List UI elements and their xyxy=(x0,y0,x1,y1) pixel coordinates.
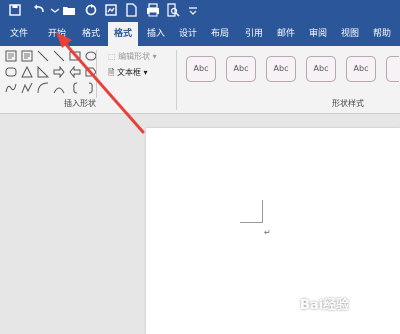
customize-icon[interactable] xyxy=(186,3,200,17)
left-arrow-shape-icon[interactable] xyxy=(69,66,81,78)
print-preview-icon[interactable] xyxy=(166,3,180,17)
shape-style-1[interactable]: Abc xyxy=(186,56,216,82)
textbox-label: 文本框 xyxy=(116,68,141,77)
curve-shape-icon[interactable] xyxy=(5,82,17,94)
insert-shapes-group-label: 插入形状 xyxy=(64,99,96,108)
group-divider xyxy=(176,50,177,110)
textbox-button[interactable]: 🗎 文本框 ▾ xyxy=(108,66,148,80)
edit-shape-button[interactable]: ⬚ 编辑形状 ▾ xyxy=(108,50,157,64)
brace-shape-icon[interactable] xyxy=(69,82,81,94)
shape-style-3[interactable]: Abc xyxy=(266,56,296,82)
line-shape-icon-2[interactable] xyxy=(53,50,65,62)
document-page[interactable] xyxy=(146,128,400,334)
rounded-rectangle-shape-icon[interactable] xyxy=(5,66,17,78)
margin-corner-mark xyxy=(240,200,263,223)
triangle-shape-icon[interactable] xyxy=(21,66,33,78)
tab-shape-format[interactable]: 格式 xyxy=(108,22,138,46)
tab-file[interactable]: 文件 xyxy=(4,22,34,46)
open-icon[interactable] xyxy=(62,3,76,17)
shape-styles-group-label: 形状样式 xyxy=(332,99,364,108)
print-icon[interactable] xyxy=(146,3,160,17)
shape-style-2[interactable]: Abc xyxy=(226,56,256,82)
chevron-down-icon: ▾ xyxy=(143,68,148,77)
shape-style-6[interactable] xyxy=(386,56,399,82)
new-document-icon[interactable] xyxy=(124,3,138,17)
tab-format[interactable]: 格式 xyxy=(76,22,106,46)
shape-style-4[interactable]: Abc xyxy=(306,56,336,82)
tab-design[interactable]: 设计 xyxy=(174,22,202,46)
edit-shape-icon: ⬚ xyxy=(108,52,116,61)
tab-view[interactable]: 视图 xyxy=(336,22,364,46)
right-arrow-shape-icon[interactable] xyxy=(53,66,65,78)
tab-references[interactable]: 引用 xyxy=(240,22,268,46)
shape-edit-controls: ⬚ 编辑形状 ▾ 🗎 文本框 ▾ xyxy=(108,50,174,98)
rectangle-shape-icon[interactable] xyxy=(69,50,81,62)
chevron-down-icon[interactable] xyxy=(48,3,62,17)
ribbon-tabs: 文件 开始 格式 格式 插入 设计 布局 引用 邮件 审阅 视图 帮助 xyxy=(0,22,400,46)
arc-shape-icon[interactable] xyxy=(37,82,49,94)
tab-help[interactable]: 帮助 xyxy=(368,22,396,46)
undo-icon[interactable] xyxy=(32,3,46,17)
tab-review[interactable]: 审阅 xyxy=(304,22,332,46)
tab-home[interactable]: 开始 xyxy=(42,22,72,46)
paragraph-mark: ↵ xyxy=(264,228,271,237)
shapes-gallery-scrollbar[interactable] xyxy=(96,50,105,98)
line-shape-icon[interactable] xyxy=(37,50,49,62)
edit-shape-label: 编辑形状 xyxy=(118,52,151,61)
screenshot-icon[interactable] xyxy=(104,3,118,17)
freeform-shape-icon[interactable] xyxy=(21,82,33,94)
ribbon: ⬚ 编辑形状 ▾ 🗎 文本框 ▾ 插入形状 Abc Abc Abc Abc Ab… xyxy=(0,46,400,114)
refresh-icon[interactable] xyxy=(84,3,98,17)
right-angle-shape-icon[interactable] xyxy=(37,66,49,78)
watermark: Bai经验 xyxy=(300,298,350,313)
tab-insert[interactable]: 插入 xyxy=(142,22,170,46)
arc-shape-icon-2[interactable] xyxy=(53,82,65,94)
textbox-icon: 🗎 xyxy=(108,68,115,77)
quick-access-toolbar xyxy=(0,0,400,22)
tab-mailings[interactable]: 邮件 xyxy=(272,22,300,46)
shape-style-5[interactable]: Abc xyxy=(346,56,376,82)
vertical-textbox-shape-icon[interactable] xyxy=(21,50,33,62)
tab-layout[interactable]: 布局 xyxy=(206,22,234,46)
chevron-down-icon: ▾ xyxy=(152,52,157,61)
shapes-gallery xyxy=(5,50,103,98)
textbox-shape-icon[interactable] xyxy=(5,50,17,62)
save-icon[interactable] xyxy=(8,3,22,17)
